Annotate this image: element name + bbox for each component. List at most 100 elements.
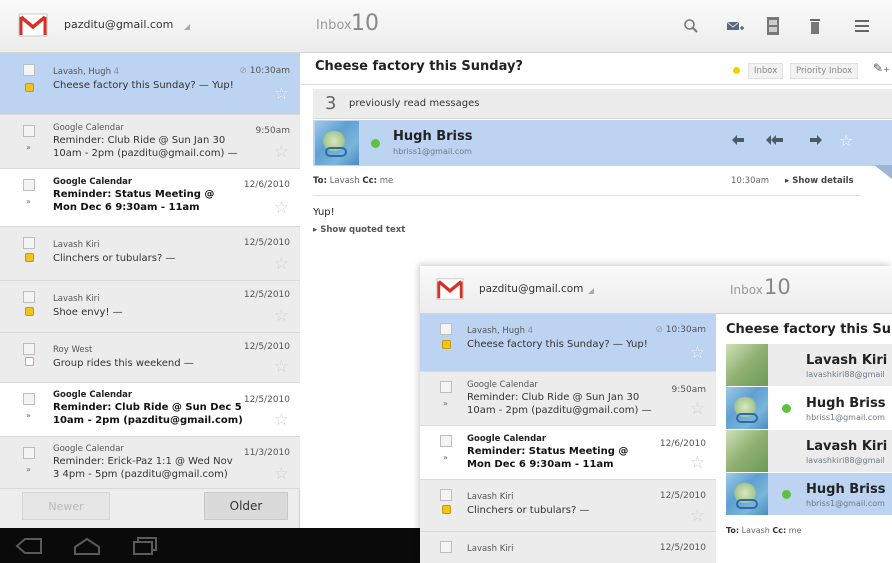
menu-icon[interactable]	[852, 14, 874, 38]
important-marker-icon[interactable]	[442, 340, 451, 349]
back-icon[interactable]	[14, 537, 44, 555]
star-icon[interactable]: ☆	[274, 466, 289, 483]
select-checkbox[interactable]	[23, 447, 35, 459]
show-details-link[interactable]: ▸ Show details	[785, 176, 854, 186]
select-checkbox[interactable]	[440, 489, 452, 501]
forwarded-marker-icon: »	[443, 399, 448, 408]
home-icon[interactable]	[72, 537, 102, 555]
message-sender: Lavash Kiri	[467, 544, 514, 554]
compose-icon[interactable]	[724, 14, 746, 38]
message-row[interactable]: » Google Calendar Reminder: Erick-Paz 1:…	[0, 437, 300, 489]
message-row[interactable]: Lavash, Hugh 4 Cheese factory this Sunda…	[0, 53, 300, 115]
thread-message[interactable]: Hugh Briss hbriss1@gmail.com	[726, 473, 892, 515]
message-row[interactable]: Roy West Group rides this weekend — 12/5…	[0, 333, 300, 383]
message-header[interactable]: Hugh Briss hbriss1@gmail.com ☆	[313, 120, 892, 166]
message-date: 12/5/2010	[659, 491, 706, 501]
account-selector[interactable]: pazditu@gmail.com	[479, 283, 583, 295]
previously-read-count: 3	[325, 93, 337, 114]
message-row[interactable]: » Google Calendar Reminder: Club Ride @ …	[0, 383, 300, 437]
search-icon[interactable]	[680, 14, 702, 38]
show-quoted-text-link[interactable]: ▸ Show quoted text	[313, 225, 405, 235]
sender-avatar	[726, 430, 768, 472]
star-icon[interactable]: ☆	[274, 412, 289, 429]
sender-name: Hugh Briss	[393, 129, 473, 144]
message-row[interactable]: » Google Calendar Reminder: Club Ride @ …	[0, 115, 300, 169]
older-button[interactable]: Older	[204, 492, 288, 520]
important-marker-icon[interactable]	[442, 505, 451, 514]
sender-avatar	[726, 473, 768, 515]
system-navigation-bar	[0, 528, 420, 563]
message-row[interactable]: Lavash, Hugh 4 Cheese factory this Sunda…	[420, 314, 716, 372]
message-row[interactable]: » Google Calendar Reminder: Club Ride @ …	[420, 372, 716, 426]
previously-read-messages[interactable]: 3 previously read messages	[313, 89, 892, 119]
star-icon[interactable]: ☆	[839, 131, 853, 150]
star-icon[interactable]: ☆	[274, 308, 289, 325]
account-dropdown-icon[interactable]	[588, 288, 594, 294]
add-label-icon[interactable]: ✎+	[873, 61, 890, 75]
message-subject: Cheese factory this Sunday? — Yup!	[467, 339, 648, 350]
message-corner-fold	[874, 165, 892, 179]
star-icon[interactable]: ☆	[690, 401, 705, 418]
select-checkbox[interactable]	[23, 64, 35, 76]
select-checkbox[interactable]	[23, 125, 35, 137]
star-icon[interactable]: ☆	[274, 200, 289, 217]
thread-message[interactable]: Lavash Kiri lavashkiri88@gmail	[726, 430, 892, 472]
star-icon[interactable]: ☆	[274, 256, 289, 273]
select-checkbox[interactable]	[440, 541, 452, 553]
forward-icon[interactable]	[807, 132, 823, 151]
message-subject: Reminder: Club Ride @ Sun Jan 30 10am - 2…	[467, 392, 652, 416]
message-row[interactable]: » Google Calendar Reminder: Status Meeti…	[0, 169, 300, 227]
star-icon[interactable]: ☆	[274, 144, 289, 161]
account-dropdown-icon[interactable]	[184, 24, 190, 30]
gmail-logo-icon[interactable]	[436, 275, 464, 303]
select-checkbox[interactable]	[23, 343, 35, 355]
message-row[interactable]: Lavash Kiri Shoe envy! — 12/5/2010 ☆	[0, 281, 300, 333]
message-row[interactable]: Lavash Kiri 12/5/2010	[420, 532, 716, 563]
delete-icon[interactable]	[804, 14, 826, 38]
message-date: 9:50am	[671, 385, 707, 395]
select-checkbox[interactable]	[23, 291, 35, 303]
message-list: Lavash, Hugh 4 Cheese factory this Sunda…	[0, 53, 300, 528]
reply-icon[interactable]	[731, 132, 747, 151]
select-checkbox[interactable]	[23, 393, 35, 405]
message-date: 12/5/2010	[243, 395, 290, 405]
message-date: ⊘ 10:30am	[239, 66, 290, 76]
star-icon[interactable]: ☆	[274, 86, 289, 103]
message-sender: Google Calendar	[53, 390, 133, 400]
label-chip[interactable]: Priority Inbox	[790, 63, 859, 79]
select-checkbox[interactable]	[440, 381, 452, 393]
folder-label: Inbox	[316, 18, 352, 33]
thread-message[interactable]: Hugh Briss hbriss1@gmail.com	[726, 387, 892, 429]
sender-email: hbriss1@gmail.com	[806, 413, 885, 422]
reply-all-icon[interactable]	[765, 132, 785, 151]
thread-message[interactable]: Lavash Kiri lavashkiri88@gmail	[726, 344, 892, 386]
gmail-logo-icon[interactable]	[18, 10, 48, 40]
important-marker-icon[interactable]	[25, 253, 34, 262]
message-sender: Lavash, Hugh 4	[467, 326, 534, 336]
important-marker-icon[interactable]	[25, 357, 34, 366]
message-row[interactable]: Lavash Kiri Clinchers or tubulars? — 12/…	[0, 227, 300, 281]
message-subject: Reminder: Erick-Paz 1:1 @ Wed Nov 3 4pm -…	[53, 456, 233, 480]
star-icon[interactable]: ☆	[690, 455, 705, 472]
select-checkbox[interactable]	[440, 323, 452, 335]
select-checkbox[interactable]	[23, 179, 35, 191]
message-date: 9:50am	[255, 126, 291, 136]
divider	[313, 195, 861, 196]
star-icon[interactable]: ☆	[690, 508, 705, 525]
message-row[interactable]: Lavash Kiri Clinchers or tubulars? — 12/…	[420, 480, 716, 532]
archive-icon[interactable]	[762, 14, 784, 38]
star-icon[interactable]: ☆	[690, 345, 705, 362]
select-checkbox[interactable]	[23, 237, 35, 249]
recent-apps-icon[interactable]	[130, 537, 160, 555]
select-checkbox[interactable]	[440, 435, 452, 447]
important-marker-icon[interactable]	[25, 83, 34, 92]
message-date: 12/6/2010	[659, 439, 706, 449]
newer-button[interactable]: Newer	[22, 492, 110, 520]
important-marker-icon[interactable]	[25, 307, 34, 316]
attachment-icon: ⊘	[655, 325, 663, 335]
message-row[interactable]: » Google Calendar Reminder: Status Meeti…	[420, 426, 716, 480]
account-selector[interactable]: pazditu@gmail.com	[64, 18, 173, 31]
star-icon[interactable]: ☆	[274, 359, 289, 376]
message-sender: Google Calendar	[467, 434, 547, 444]
label-chip[interactable]: Inbox	[748, 63, 784, 79]
